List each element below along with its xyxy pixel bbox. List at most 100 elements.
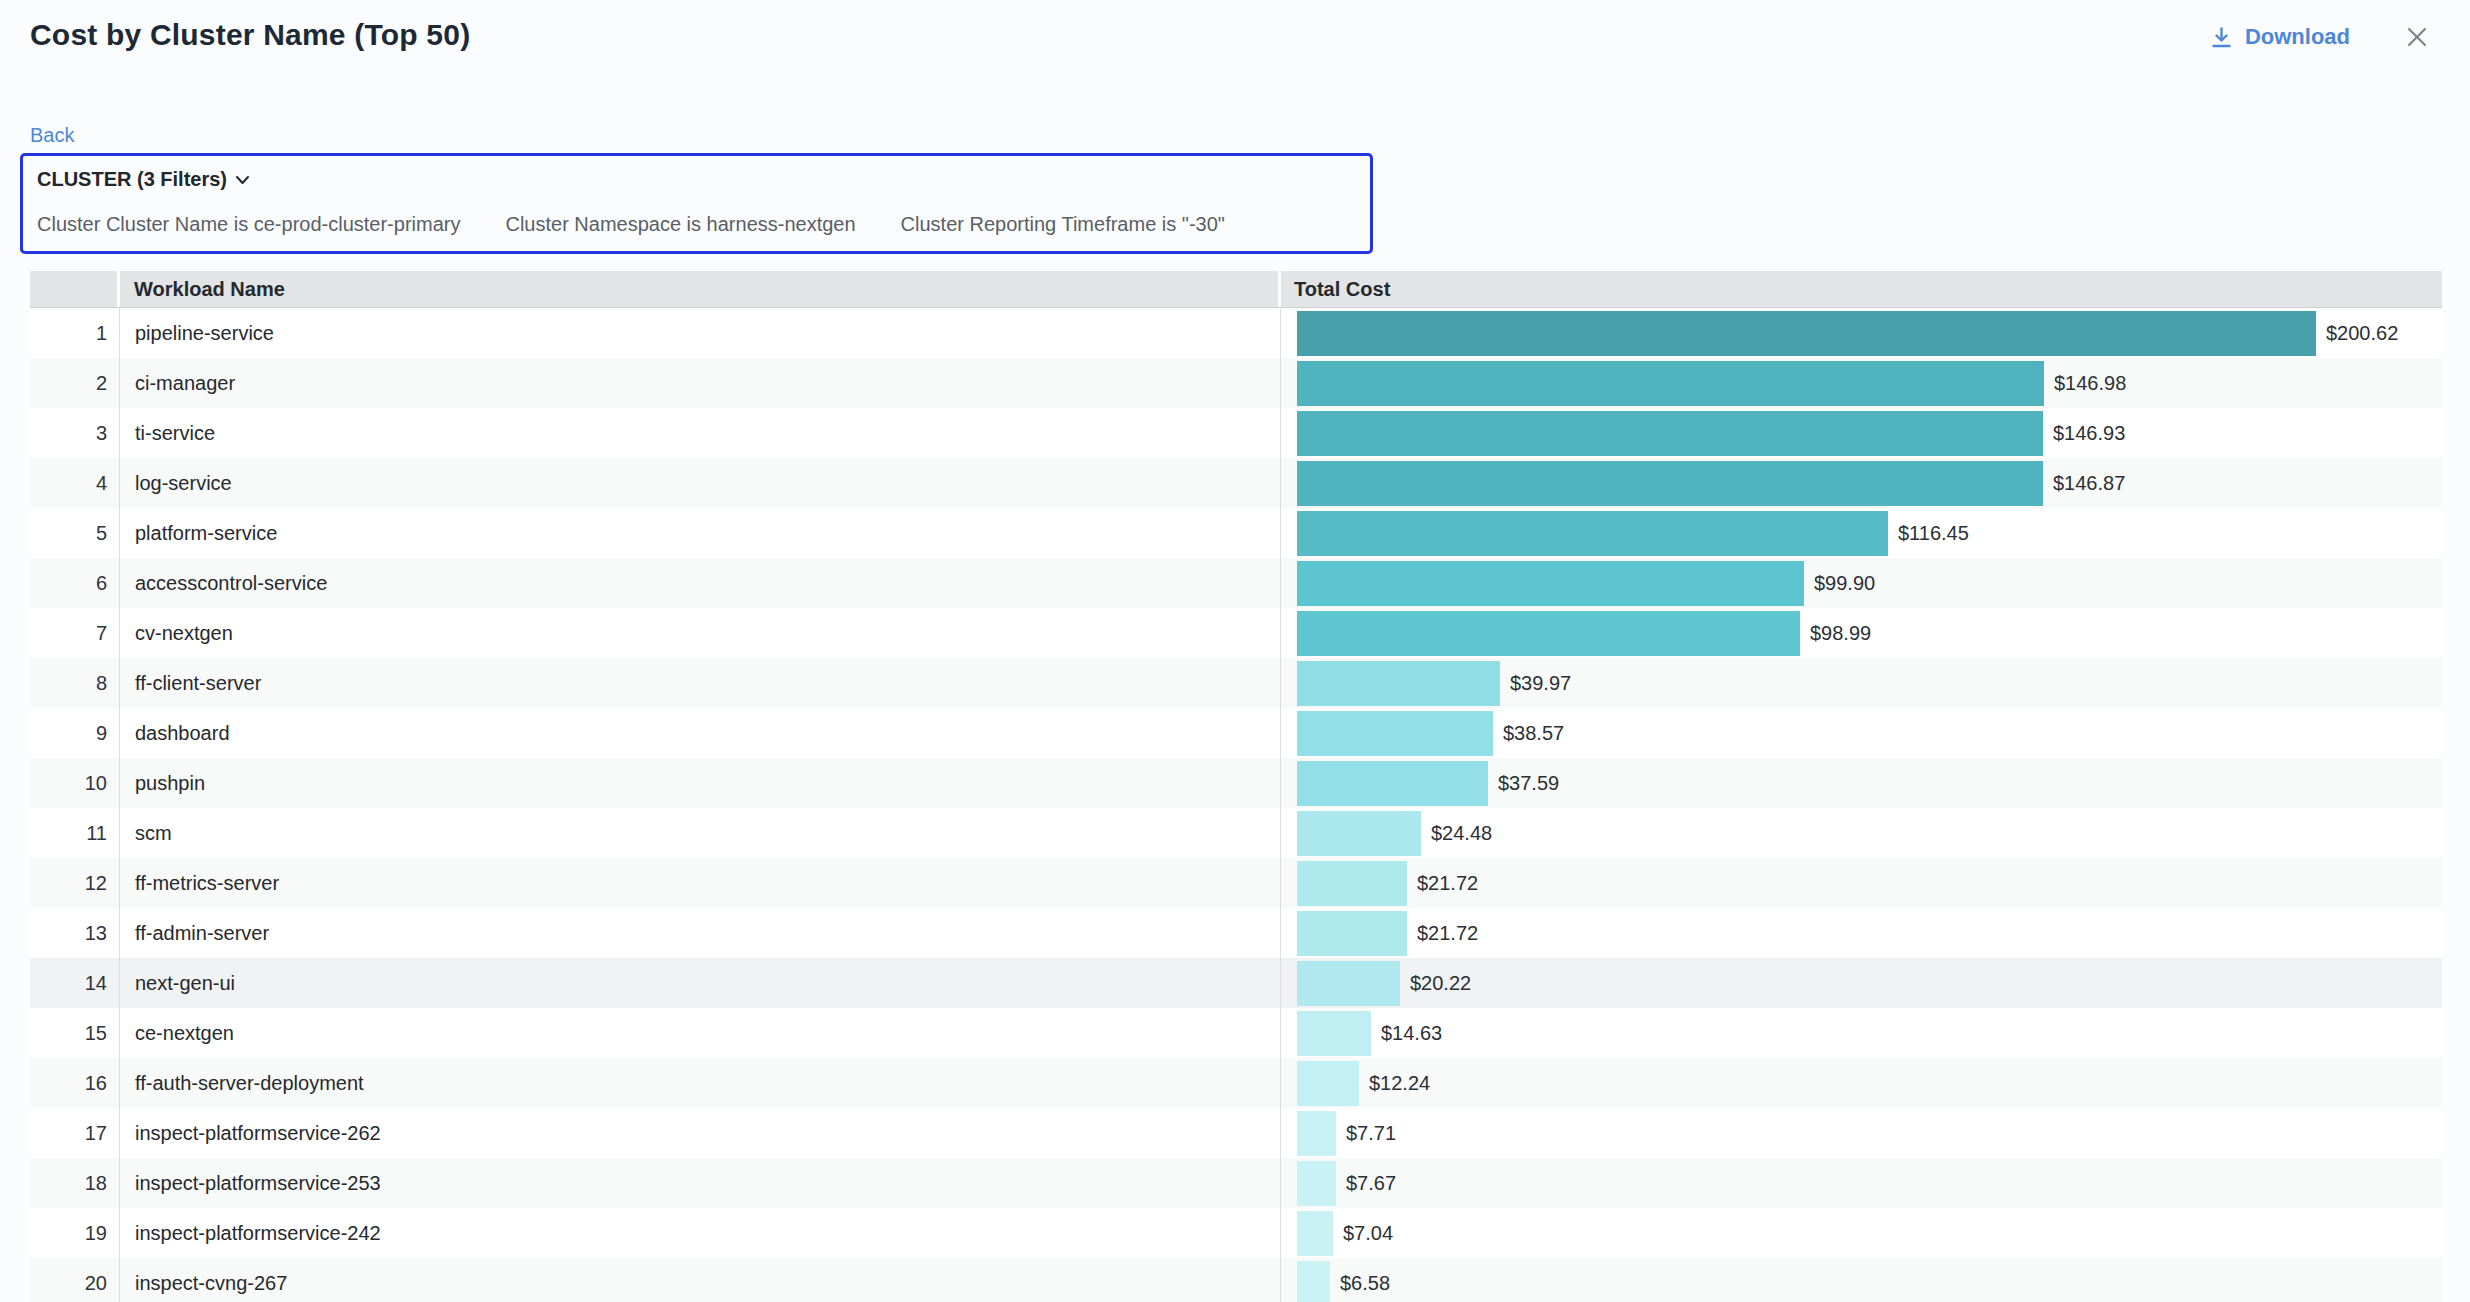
rank-cell: 8	[30, 658, 119, 708]
table-row[interactable]: 15ce-nextgen$14.63	[30, 1008, 2442, 1058]
download-icon	[2209, 25, 2234, 50]
workload-name-cell: inspect-cvng-267	[119, 1258, 1280, 1302]
close-icon	[2406, 26, 2428, 48]
rank-cell: 13	[30, 908, 119, 958]
cost-value-label: $39.97	[1510, 672, 1571, 695]
rank-cell: 12	[30, 858, 119, 908]
workload-name-cell: ff-metrics-server	[119, 858, 1280, 908]
cost-by-cluster-modal: Cost by Cluster Name (Top 50) Download B…	[0, 0, 2470, 1302]
rank-cell: 4	[30, 458, 119, 508]
filter-conditions: Cluster Cluster Name is ce-prod-cluster-…	[37, 213, 1225, 236]
table-row[interactable]: 11scm$24.48	[30, 808, 2442, 858]
table-row[interactable]: 9dashboard$38.57	[30, 708, 2442, 758]
cost-bar	[1297, 911, 1407, 956]
total-cost-cell: $20.22	[1280, 958, 2442, 1008]
table-row[interactable]: 5platform-service$116.45	[30, 508, 2442, 558]
header-divider	[1278, 271, 1281, 307]
table-header-row: Workload Name Total Cost	[30, 271, 2442, 308]
filter-panel: CLUSTER (3 Filters) Cluster Cluster Name…	[20, 153, 1373, 254]
back-link[interactable]: Back	[30, 124, 74, 147]
workload-name-cell: accesscontrol-service	[119, 558, 1280, 608]
table-row[interactable]: 1pipeline-service$200.62	[30, 308, 2442, 358]
cost-bar	[1297, 561, 1804, 606]
cost-value-label: $146.93	[2053, 422, 2125, 445]
cost-bar	[1297, 1261, 1330, 1302]
table-body: 1pipeline-service$200.622ci-manager$146.…	[30, 308, 2442, 1302]
total-cost-cell: $21.72	[1280, 858, 2442, 908]
cost-bar	[1297, 1161, 1336, 1206]
column-header-total-cost[interactable]: Total Cost	[1280, 271, 2442, 307]
download-label: Download	[2245, 24, 2350, 50]
cost-value-label: $20.22	[1410, 972, 1471, 995]
workload-name-cell: ff-admin-server	[119, 908, 1280, 958]
total-cost-cell: $7.04	[1280, 1208, 2442, 1258]
download-button[interactable]: Download	[2209, 24, 2350, 50]
total-cost-cell: $116.45	[1280, 508, 2442, 558]
cost-value-label: $24.48	[1431, 822, 1492, 845]
filter-summary-label: CLUSTER (3 Filters)	[37, 168, 227, 191]
total-cost-cell: $200.62	[1280, 308, 2442, 358]
rank-cell: 3	[30, 408, 119, 458]
total-cost-cell: $7.71	[1280, 1108, 2442, 1158]
cost-bar	[1297, 661, 1500, 706]
table-row[interactable]: 16ff-auth-server-deployment $12.24	[30, 1058, 2442, 1108]
total-cost-cell: $24.48	[1280, 808, 2442, 858]
workload-name-cell: pipeline-service	[119, 308, 1280, 358]
workload-name-cell: ti-service	[119, 408, 1280, 458]
rank-cell: 5	[30, 508, 119, 558]
rank-cell: 18	[30, 1158, 119, 1208]
cost-value-label: $12.24	[1369, 1072, 1430, 1095]
table-row[interactable]: 20inspect-cvng-267$6.58	[30, 1258, 2442, 1302]
filter-condition: Cluster Reporting Timeframe is "-30"	[901, 213, 1225, 236]
column-header-rank	[30, 271, 119, 307]
rank-cell: 1	[30, 308, 119, 358]
table-row[interactable]: 4log-service $146.87	[30, 458, 2442, 508]
close-button[interactable]	[2406, 26, 2428, 48]
cost-value-label: $38.57	[1503, 722, 1564, 745]
rank-cell: 11	[30, 808, 119, 858]
table-row[interactable]: 14next-gen-ui$20.22	[30, 958, 2442, 1008]
cost-bar	[1297, 1011, 1371, 1056]
header-divider	[117, 271, 120, 307]
workload-name-cell: inspect-platformservice-253	[119, 1158, 1280, 1208]
table-row[interactable]: 3ti-service $146.93	[30, 408, 2442, 458]
rank-cell: 16	[30, 1058, 119, 1108]
table-row[interactable]: 6accesscontrol-service$99.90	[30, 558, 2442, 608]
table-row[interactable]: 18inspect-platformservice-253$7.67	[30, 1158, 2442, 1208]
cost-value-label: $146.98	[2054, 372, 2126, 395]
cost-table: Workload Name Total Cost 1pipeline-servi…	[30, 271, 2442, 1302]
table-row[interactable]: 7cv-nextgen$98.99	[30, 608, 2442, 658]
filter-condition: Cluster Namespace is harness-nextgen	[505, 213, 855, 236]
cost-bar	[1297, 461, 2043, 506]
chevron-down-icon	[235, 175, 250, 185]
cost-value-label: $14.63	[1381, 1022, 1442, 1045]
cost-bar	[1297, 511, 1888, 556]
cost-bar	[1297, 861, 1407, 906]
workload-name-cell: platform-service	[119, 508, 1280, 558]
cost-value-label: $98.99	[1810, 622, 1871, 645]
table-row[interactable]: 12ff-metrics-server$21.72	[30, 858, 2442, 908]
workload-name-cell: ff-auth-server-deployment	[119, 1058, 1280, 1108]
cost-value-label: $146.87	[2053, 472, 2125, 495]
cost-bar	[1297, 811, 1421, 856]
workload-name-cell: log-service	[119, 458, 1280, 508]
filter-summary-toggle[interactable]: CLUSTER (3 Filters)	[37, 168, 250, 191]
cost-value-label: $7.04	[1343, 1222, 1393, 1245]
column-header-workload-name[interactable]: Workload Name	[119, 271, 1280, 307]
workload-name-cell: ff-client-server	[119, 658, 1280, 708]
rank-cell: 10	[30, 758, 119, 808]
rank-cell: 2	[30, 358, 119, 408]
table-row[interactable]: 17inspect-platformservice-262$7.71	[30, 1108, 2442, 1158]
rank-cell: 9	[30, 708, 119, 758]
table-row[interactable]: 19inspect-platformservice-242$7.04	[30, 1208, 2442, 1258]
cost-bar	[1297, 711, 1493, 756]
table-row[interactable]: 10pushpin$37.59	[30, 758, 2442, 808]
total-cost-cell: $12.24	[1280, 1058, 2442, 1108]
table-row[interactable]: 2ci-manager$146.98	[30, 358, 2442, 408]
table-row[interactable]: 13ff-admin-server$21.72	[30, 908, 2442, 958]
rank-cell: 20	[30, 1258, 119, 1302]
table-row[interactable]: 8ff-client-server $39.97	[30, 658, 2442, 708]
cost-bar	[1297, 361, 2044, 406]
rank-cell: 15	[30, 1008, 119, 1058]
cost-bar	[1297, 411, 2043, 456]
